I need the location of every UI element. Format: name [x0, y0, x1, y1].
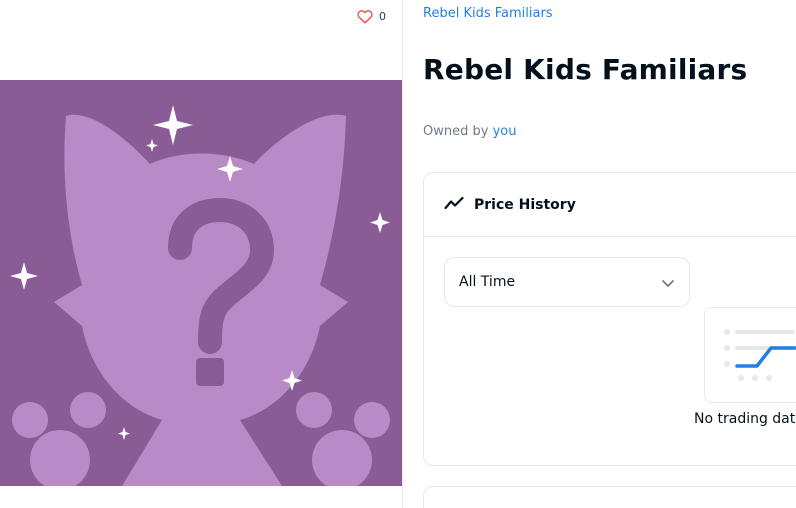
price-history-header[interactable]: Price History	[424, 173, 796, 237]
collection-link[interactable]: Rebel Kids Familiars	[423, 6, 553, 21]
item-details-column: Rebel Kids Familiars Rebel Kids Familiar…	[423, 0, 796, 508]
price-history-panel: Price History All Time No trading dat	[423, 172, 796, 466]
period-select[interactable]: All Time	[444, 257, 690, 307]
period-select-value: All Time	[459, 274, 516, 290]
heart-icon[interactable]	[357, 9, 373, 24]
item-title: Rebel Kids Familiars	[423, 53, 748, 86]
favorite-button[interactable]: 0	[357, 9, 386, 24]
next-panel-header[interactable]	[423, 486, 796, 508]
owner-prefix: Owned by	[423, 124, 493, 139]
item-media-column: 0	[0, 0, 402, 508]
owner-line: Owned by you	[423, 124, 516, 139]
item-image[interactable]	[0, 80, 402, 486]
trend-icon	[444, 195, 464, 214]
chevron-down-icon	[661, 273, 675, 292]
price-history-title: Price History	[474, 196, 576, 213]
no-data-illustration	[704, 307, 796, 403]
column-divider	[402, 0, 403, 508]
owner-link[interactable]: you	[493, 124, 517, 139]
favorite-count: 0	[379, 10, 386, 23]
no-data-message: No trading data yet	[694, 411, 796, 427]
